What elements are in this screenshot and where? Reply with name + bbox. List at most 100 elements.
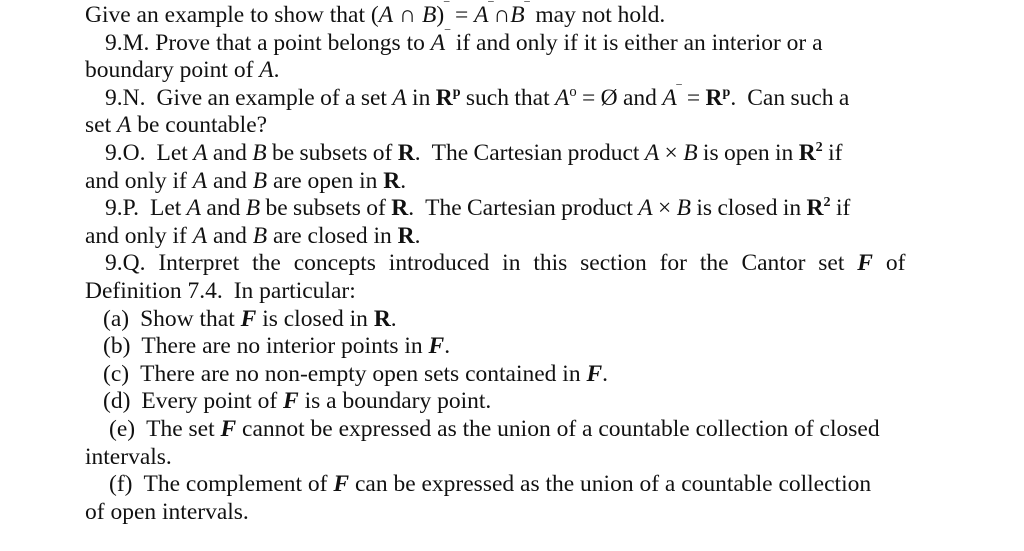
intersection-symbol: ∩ <box>493 2 511 28</box>
text-run: Interpret the concepts introduced in thi… <box>158 250 845 277</box>
real-numbers-symbol: R <box>435 84 453 111</box>
document-page: Give an example to show that (A ∩ B)‾ = A‾… <box>0 0 1024 551</box>
subitem-b: (b) There are no interior points in F. <box>85 333 939 361</box>
closure-bar: ‾ <box>676 83 682 100</box>
closure-bar: ‾ <box>444 1 450 18</box>
text-run: may not hold. <box>535 2 666 28</box>
text-run: boundary point of <box>85 57 254 84</box>
variable-b: B <box>683 139 698 166</box>
text-run: and <box>212 167 247 194</box>
real-numbers-symbol: R <box>383 167 401 194</box>
variable-a: A <box>192 167 208 194</box>
text-run: and <box>206 195 241 222</box>
real-numbers-symbol: R <box>806 195 824 222</box>
equals-symbol: = <box>454 2 469 28</box>
text-run: The set <box>146 415 215 442</box>
closure-bar: ‾ <box>524 1 530 18</box>
period: . <box>273 57 280 84</box>
variable-a: A <box>430 29 446 56</box>
text-run: if and only if it is either an interior … <box>455 29 823 56</box>
exercise-9n-line1: 9.N. Give an example of a set A in Rp suc… <box>85 85 939 113</box>
body-line: Give an example to show that (A ∩ B)‾ = A‾… <box>85 2 939 30</box>
intersection-symbol: ∩ <box>399 2 417 28</box>
exercise-9p-line2: and only if A and B are closed in R. <box>85 223 939 251</box>
text-run: Every point of <box>141 388 278 415</box>
period: . <box>390 305 397 332</box>
superscript-2: 2 <box>823 194 831 211</box>
exercise-9o-line1: 9.O. Let A and B be subsets of R. The Cart… <box>85 140 939 168</box>
text-run: intervals. <box>85 443 172 470</box>
text-run: In particular: <box>233 277 356 304</box>
text-run: is a boundary point. <box>304 388 492 415</box>
cantor-set-symbol: F <box>283 388 299 415</box>
period: . <box>408 195 415 222</box>
exercise-9m-line2: boundary point of A. <box>85 57 939 85</box>
variable-b: B <box>422 2 437 28</box>
superscript-2: 2 <box>815 139 823 156</box>
times-symbol: × <box>664 139 678 166</box>
period: . <box>444 333 451 360</box>
variable-a: A <box>392 84 407 111</box>
exercise-9n-line2: set A be countable? <box>85 112 939 140</box>
empty-set-symbol: Ø <box>600 84 618 111</box>
cantor-set-symbol: F <box>586 360 603 387</box>
subitem-f-line2: of open intervals. <box>85 499 939 527</box>
subitem-f-line1: (f) The complement of F can be expressed … <box>85 471 939 499</box>
text-run: The Cartesian product <box>425 195 633 222</box>
variable-a: A <box>554 84 570 111</box>
text-run: of <box>885 250 906 277</box>
exercise-label: 9.P. <box>105 195 139 222</box>
variable-a: A <box>192 222 208 249</box>
subitem-label: (f) <box>109 471 133 498</box>
variable-a: A <box>378 2 394 28</box>
paren-open: ( <box>370 2 379 28</box>
text-run: set <box>85 112 112 139</box>
exercise-9q-line1: 9.Q. Interpret the concepts introduced i… <box>85 250 939 278</box>
subitem-d: (d) Every point of F is a boundary point. <box>85 388 939 416</box>
variable-a: A <box>644 139 660 166</box>
exercise-9q-line2: Definition 7.4. In particular: <box>85 278 939 306</box>
variable-a: A <box>186 195 202 222</box>
exercise-label: 9.O. <box>105 139 146 166</box>
subitem-e-line1: (e) The set F cannot be expressed as the … <box>85 416 939 444</box>
variable-b: B <box>676 195 692 222</box>
period: . <box>414 139 421 166</box>
text-run: if <box>835 195 851 222</box>
text-run: There are no non-empty open sets contain… <box>140 360 581 387</box>
variable-b: B <box>245 195 261 222</box>
exercise-9p-line1: 9.P. Let A and B be subsets of R. The Cart… <box>85 195 939 223</box>
text-run: such that <box>465 84 550 111</box>
text-run: in <box>412 84 431 111</box>
variable-b: B <box>252 167 268 194</box>
interior-superscript: o <box>569 83 577 100</box>
cantor-set-symbol: F <box>240 305 257 332</box>
text-run: are closed in <box>272 222 392 249</box>
period: . <box>602 360 609 387</box>
times-symbol: × <box>658 195 672 222</box>
period: . <box>414 222 421 249</box>
period: . <box>730 84 737 111</box>
equals-symbol: = <box>582 84 596 111</box>
text-run: The Cartesian product <box>431 139 640 166</box>
variable-a: A <box>662 84 677 111</box>
equals-symbol: = <box>686 84 701 111</box>
real-numbers-symbol: R <box>391 195 409 222</box>
text-run: are open in <box>272 167 378 194</box>
text-run: cannot be expressed as the union of a co… <box>242 415 880 442</box>
text-run: Prove that a point belongs to <box>155 29 425 56</box>
variable-a: A <box>116 112 132 139</box>
text-run: and only if <box>85 167 187 194</box>
cantor-set-symbol: F <box>333 471 350 498</box>
text-run: Give an example to show that <box>85 2 365 28</box>
variable-a: A <box>474 2 489 28</box>
text-run: be countable? <box>137 112 268 139</box>
exercise-label: 9.Q. <box>105 250 146 277</box>
closure-bar: ‾ <box>445 28 450 45</box>
subitem-a: (a) Show that F is closed in R. <box>85 306 939 334</box>
subitem-label: (a) <box>103 305 130 332</box>
text-run: There are no interior points in <box>141 333 423 360</box>
variable-a: A <box>638 195 653 222</box>
variable-a: A <box>193 139 208 166</box>
text-run: and <box>212 139 247 166</box>
subitem-label: (e) <box>109 415 136 442</box>
